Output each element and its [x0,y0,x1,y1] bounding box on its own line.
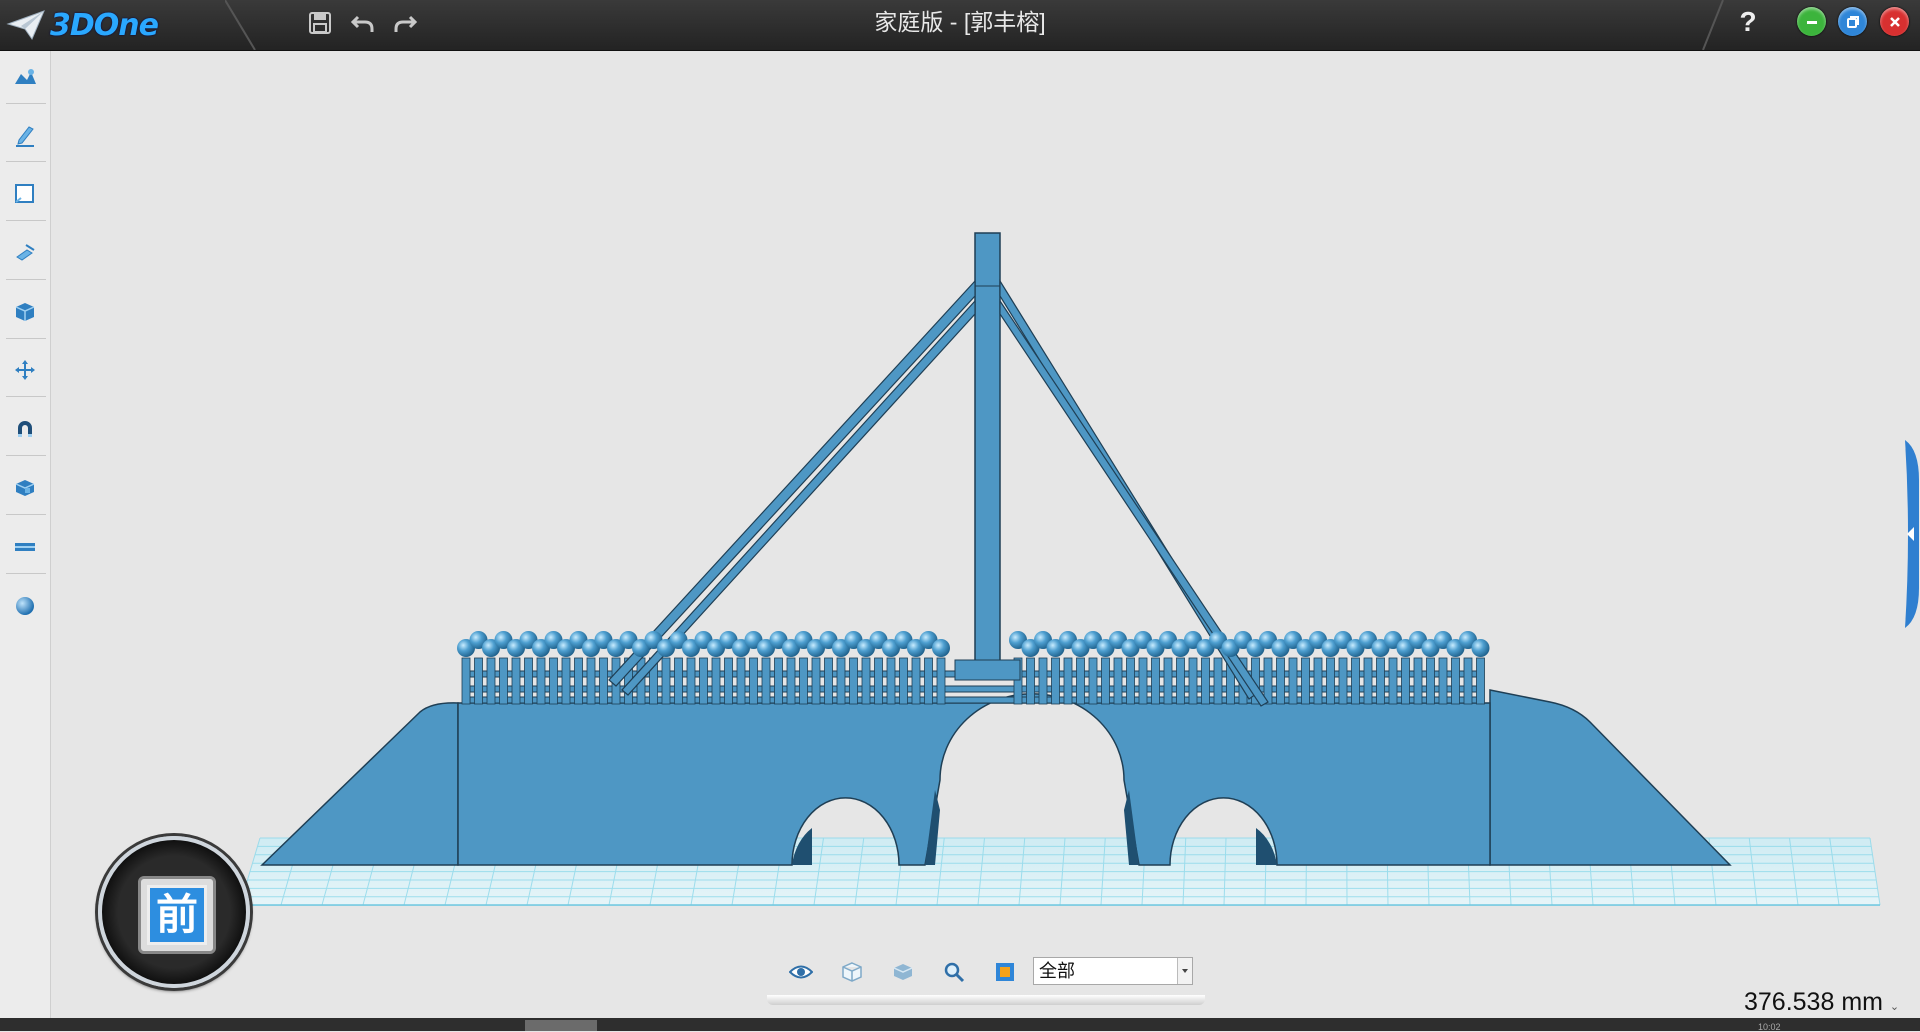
measurement-unit-dropdown[interactable]: ⌄ [1890,1001,1899,1013]
toolbar-separator [6,220,46,221]
toolbar-sketch-edit[interactable] [5,174,45,214]
close-icon [1888,15,1902,29]
zoom-icon [943,961,965,983]
window-title: 家庭版 - [郭丰榕] [0,0,1920,44]
toolbar-combine-edit[interactable] [5,468,45,508]
minimize-icon [1805,15,1819,29]
toolbar-distance-measure[interactable] [5,527,45,567]
box-icon [13,476,37,500]
basic-solid-icon [13,66,37,90]
brush-icon [13,241,37,265]
show-hide-button[interactable] [787,958,815,986]
fit-view-icon [994,961,1016,983]
zoom-button[interactable] [940,958,968,986]
toolbar-separator [6,573,46,574]
wireframe-cube-icon [841,961,863,983]
toolbar-auto-snap[interactable] [5,409,45,449]
toolbar-separator [6,338,46,339]
toolbar-separator [6,514,46,515]
railing-ball [932,639,950,657]
redo-button[interactable] [390,8,420,38]
railing-ball [1472,639,1490,657]
toolbar-special-feature[interactable] [5,292,45,332]
wireframe-view-button[interactable] [838,958,866,986]
status-bar: 10:02 [0,1018,1920,1031]
ruler-icon [13,535,37,559]
move-icon [13,358,37,382]
paper-plane-icon [6,8,46,42]
toolbar-material-render[interactable] [5,586,45,626]
view-cube-front-label: 前 [150,888,204,942]
left-toolbar [0,51,51,1018]
close-button[interactable] [1880,7,1909,36]
solid-cube-icon [892,961,914,983]
app-brand: 3DOne [50,8,158,43]
restore-icon [1846,15,1860,29]
toolbar-basic-solid[interactable] [5,58,45,98]
title-bar: 3DOne 家庭版 - [郭丰榕] ? [0,0,1920,51]
toolbar-separator [6,455,46,456]
fit-view-button[interactable] [991,958,1019,986]
save-icon [308,11,332,35]
toolbar-sketch[interactable] [5,116,45,156]
toolbar-basic-edit[interactable] [5,350,45,390]
shaded-view-button[interactable] [889,958,917,986]
redo-icon [392,11,418,35]
view-cube[interactable]: 前 [98,836,250,988]
app-logo[interactable]: 3DOne [0,0,225,50]
toolbar-separator [6,161,46,162]
square-icon [13,182,37,206]
pen-icon [13,124,37,148]
toolbar-feature-modeling[interactable] [5,233,45,273]
view-cube-face[interactable]: 前 [138,876,216,954]
view-toolbar-shelf [767,995,1205,1005]
eye-icon [789,963,813,981]
minimize-button[interactable] [1797,7,1826,36]
toolbar-separator [6,103,46,104]
toolbar-separator [6,279,46,280]
chevron-down-icon[interactable] [1177,958,1192,984]
horizontal-scrollbar-thumb[interactable] [525,1020,597,1031]
filter-select-value: 全部 [1039,958,1075,984]
toolbar-separator [6,396,46,397]
3d-viewport[interactable] [51,51,1920,1018]
magnet-icon [13,417,37,441]
bridge-model-scene[interactable] [51,51,1920,1018]
bridge-model[interactable] [262,233,1730,865]
cube-icon [13,300,37,324]
help-button[interactable]: ? [1733,4,1763,40]
right-panel-toggle[interactable] [1897,440,1920,628]
filter-select[interactable]: 全部 [1033,957,1193,985]
title-bar-divider-right [1695,0,1725,50]
undo-icon [350,11,376,35]
measurement-value: 376.538 mm [1744,988,1883,1016]
sphere-icon [13,594,37,618]
save-button[interactable] [305,8,335,38]
view-toolbar: 全部 [770,952,1200,992]
undo-button[interactable] [348,8,378,38]
restore-button[interactable] [1838,7,1867,36]
measurement-readout: 376.538 mm ⌄ [1744,988,1899,1017]
title-bar-divider [225,0,285,50]
